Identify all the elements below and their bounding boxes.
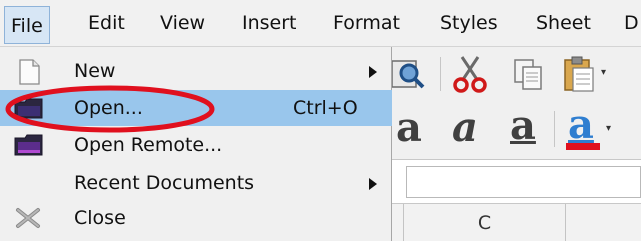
column-header-d[interactable] [566,204,641,241]
menu-insert-label: Insert [242,12,297,34]
menu-item-open-remote-label: Open Remote... [74,134,223,156]
menu-item-open-label: Open... [74,97,143,119]
column-header-b-edge[interactable] [392,204,404,241]
menu-file[interactable]: File [4,6,50,44]
menu-data-label: D [624,12,639,34]
cut-icon[interactable] [452,55,488,93]
menu-format-label: Format [333,12,400,34]
menu-item-open-remote[interactable]: Open Remote... [0,127,392,163]
italic-a-icon[interactable]: a [452,106,478,150]
menu-sheet[interactable]: Sheet [534,10,593,36]
font-effect-icon[interactable]: a [396,106,422,150]
toolbar-area: ▾ a a a a ▾ C [391,47,641,241]
menu-sheet-label: Sheet [536,12,591,34]
submenu-arrow-icon [369,178,377,190]
copy-icon[interactable] [512,57,544,91]
font-color-swatch [566,143,600,150]
toolbar-separator [440,57,441,91]
menu-edit[interactable]: Edit [86,10,127,36]
menu-item-new-label: New [74,60,116,82]
menu-bar: File Edit View Insert Format Styles Shee… [0,0,641,47]
font-color-icon[interactable]: a [566,101,602,153]
toolbar-separator [554,111,555,147]
menu-view[interactable]: View [158,10,207,36]
toolbar-row-standard: ▾ [391,47,641,101]
toolbar-row-formatting: a a a a ▾ [392,101,641,159]
formula-bar [392,159,641,203]
menu-item-open[interactable]: Open... Ctrl+O [0,90,392,126]
underline-a-icon[interactable]: a [510,104,536,148]
menu-format[interactable]: Format [331,10,402,36]
menu-data[interactable]: D [622,10,641,36]
column-header-c-label: C [477,212,492,234]
menu-styles-label: Styles [440,12,498,34]
menu-insert[interactable]: Insert [240,10,299,36]
column-header-c[interactable]: C [404,204,566,241]
menu-file-label: File [11,15,43,37]
open-remote-icon [14,133,43,157]
print-preview-icon[interactable] [391,57,426,91]
font-color-glyph: a [568,101,594,148]
close-icon [14,206,42,230]
menu-edit-label: Edit [88,12,125,34]
formula-input[interactable] [406,166,641,198]
menu-item-close[interactable]: Close [0,200,392,236]
menu-item-recent-documents-label: Recent Documents [74,172,255,194]
paste-icon[interactable] [562,55,596,93]
paste-dropdown-arrow-icon[interactable]: ▾ [601,67,606,78]
menu-view-label: View [160,12,206,34]
menu-item-close-label: Close [74,207,126,229]
menu-item-open-shortcut: Ctrl+O [293,97,358,119]
file-menu-dropdown: New Open... Ctrl+O Open Remote... Recent… [0,47,392,241]
new-document-icon [14,59,42,85]
submenu-arrow-icon [369,66,377,78]
menu-styles[interactable]: Styles [438,10,500,36]
menu-item-recent-documents[interactable]: Recent Documents [0,165,392,201]
open-folder-icon [14,96,43,120]
font-color-dropdown-arrow-icon[interactable]: ▾ [606,123,611,134]
menu-item-new[interactable]: New [0,53,392,89]
column-header-row: C [392,203,641,241]
